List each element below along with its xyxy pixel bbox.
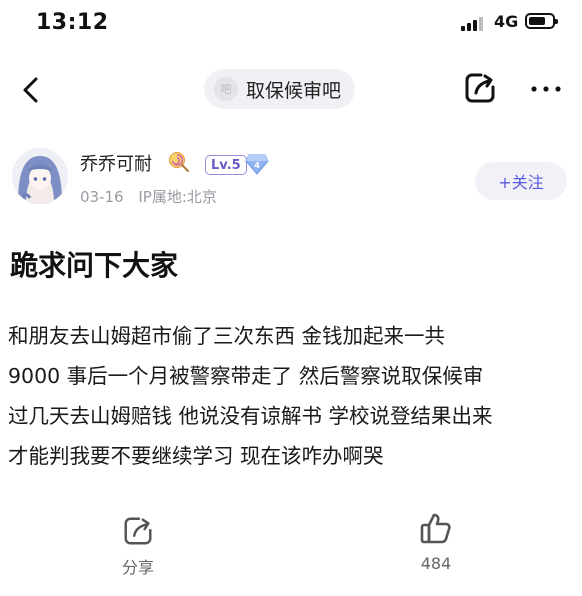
like-button[interactable]: 484 — [408, 510, 464, 580]
signal-icon — [461, 15, 487, 31]
forum-name: 取保候审吧 — [246, 79, 342, 102]
nav-bar: 吧 取保候审吧 — [0, 58, 582, 122]
follow-button[interactable]: +关注 — [475, 162, 567, 200]
post-body-line: 才能判我要不要继续学习 现在该咋办啊哭 — [8, 444, 384, 468]
status-time: 13:12 — [36, 10, 109, 35]
forum-icon: 吧 — [214, 77, 238, 101]
svg-text:4: 4 — [254, 161, 260, 170]
forum-link[interactable]: 吧 取保候审吧 — [204, 69, 356, 109]
back-button[interactable] — [14, 72, 50, 108]
avatar[interactable] — [12, 148, 68, 204]
diamond-badge-icon: 4 — [245, 154, 269, 175]
share-button[interactable]: 分享 — [110, 514, 166, 578]
post-meta: 03-16 IP属地:北京 — [80, 186, 217, 207]
share-label: 分享 — [121, 558, 154, 577]
thumbs-up-icon — [420, 513, 451, 544]
share-icon — [465, 73, 495, 103]
ip-location: IP属地:北京 — [138, 188, 217, 206]
chevron-left-icon — [23, 77, 38, 103]
like-count: 484 — [420, 554, 452, 573]
post-body-line: 和朋友去山姆超市偷了三次东西 金钱加起来一共 — [8, 324, 446, 348]
network-type: 4G — [494, 12, 519, 31]
author-name[interactable]: 乔乔可耐 — [80, 150, 152, 176]
post-body-line: 过几天去山姆赔钱 他说没有谅解书 学校说登结果出来 — [8, 404, 493, 428]
post-date: 03-16 — [80, 188, 124, 206]
more-button[interactable] — [526, 70, 566, 106]
lollipop-icon — [169, 152, 189, 172]
battery-icon — [525, 13, 558, 29]
status-bar: 13:12 4G — [0, 0, 582, 46]
post-body: 和朋友去山姆超市偷了三次东西 金钱加起来一共 9000 事后一个月被警察带走了 … — [8, 316, 578, 476]
post-title: 跪求问下大家 — [10, 249, 179, 282]
share-top-button[interactable] — [462, 70, 498, 106]
share-icon — [124, 517, 152, 545]
more-icon — [531, 86, 561, 92]
post-body-line: 9000 事后一个月被警察带走了 然后警察说取保候审 — [8, 364, 484, 388]
level-badge: Lv.5 — [205, 155, 247, 175]
